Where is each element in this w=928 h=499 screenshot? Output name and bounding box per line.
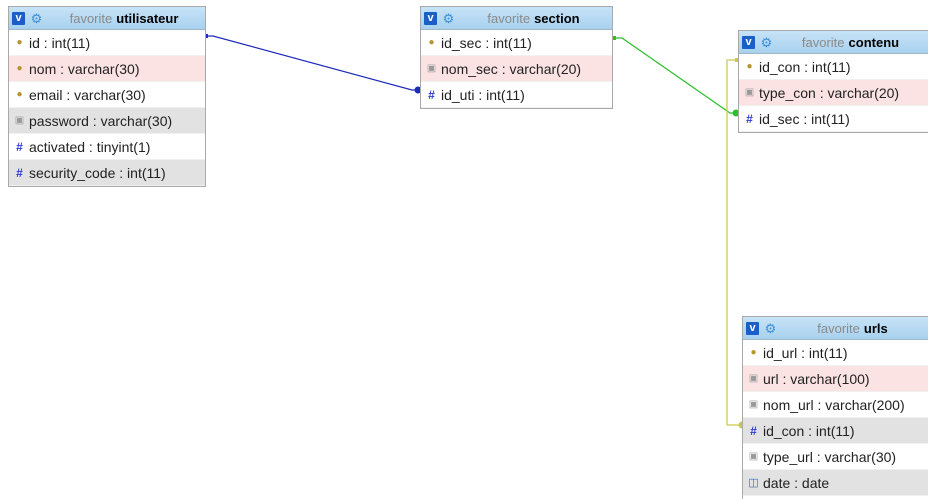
key-icon: ● — [16, 88, 23, 100]
column-label: type_url : varchar(30) — [763, 448, 897, 465]
database-name: favorite — [817, 320, 860, 336]
table-section[interactable]: v ⚙ favorite section ● id_sec : int(11) ▣ n… — [420, 6, 613, 109]
key-icon: ● — [16, 36, 23, 48]
table-title: favorite utilisateur — [43, 11, 205, 26]
column-label: nom_sec : varchar(20) — [441, 60, 582, 77]
column-row[interactable]: # id_sec : int(11) — [739, 106, 928, 132]
column-row[interactable]: # id_con : int(11) — [743, 418, 928, 444]
numeric-icon: # — [16, 139, 23, 154]
column-row[interactable]: # activated : tinyint(1) — [9, 134, 205, 160]
column-row[interactable]: ▣ url : varchar(100) — [743, 366, 928, 392]
column-label: url : varchar(100) — [763, 370, 870, 387]
index-icon: ▣ — [14, 114, 25, 126]
column-label: security_code : int(11) — [29, 164, 166, 181]
column-row[interactable]: # id_uti : int(11) — [421, 82, 612, 108]
collapse-toggle[interactable]: v — [424, 11, 437, 25]
table-header[interactable]: v ⚙ favorite utilisateur — [9, 7, 205, 30]
column-row[interactable]: ▣ type_url : varchar(30) — [743, 444, 928, 470]
column-row[interactable]: ● id_con : int(11) — [739, 54, 928, 80]
index-icon: ▣ — [748, 372, 759, 384]
relation-line-section-contenu — [613, 37, 738, 114]
numeric-icon: # — [746, 111, 753, 126]
numeric-icon: # — [750, 423, 757, 438]
index-icon: ▣ — [748, 450, 759, 462]
table-title: favorite urls — [777, 321, 928, 336]
numeric-icon: # — [428, 87, 435, 102]
table-header[interactable]: v ⚙ favorite urls — [743, 317, 928, 340]
table-utilisateur[interactable]: v ⚙ favorite utilisateur ● id : int(11) ● n… — [8, 6, 206, 187]
table-urls[interactable]: v ⚙ favorite urls ● id_url : int(11) ▣ url … — [742, 316, 928, 499]
column-label: password : varchar(30) — [29, 112, 173, 129]
collapse-toggle[interactable]: v — [742, 35, 755, 49]
index-icon: ▣ — [426, 62, 437, 74]
key-icon: ● — [428, 36, 435, 48]
column-row[interactable]: ● id : int(11) — [9, 30, 205, 56]
key-icon: ● — [16, 62, 23, 74]
table-title: favorite section — [455, 11, 612, 26]
column-label: type_con : varchar(20) — [759, 84, 900, 101]
gear-icon[interactable]: ⚙ — [760, 36, 773, 49]
table-name: urls — [863, 320, 888, 336]
column-row[interactable]: ◫ date : date — [743, 470, 928, 496]
table-title: favorite contenu — [773, 35, 928, 50]
gear-icon[interactable]: ⚙ — [442, 12, 455, 25]
designer-canvas[interactable]: v ⚙ favorite utilisateur ● id : int(11) ● n… — [0, 0, 928, 499]
key-icon: ● — [746, 60, 753, 72]
gear-icon[interactable]: ⚙ — [30, 12, 43, 25]
date-icon: ◫ — [748, 476, 759, 489]
database-name: favorite — [801, 34, 845, 50]
column-label: activated : tinyint(1) — [29, 138, 151, 155]
column-label: id_url : int(11) — [763, 344, 848, 361]
key-icon: ● — [750, 346, 757, 358]
table-header[interactable]: v ⚙ favorite contenu — [739, 31, 928, 54]
table-name: section — [534, 10, 580, 26]
column-row[interactable]: ▣ nom_url : varchar(200) — [743, 392, 928, 418]
column-label: nom_url : varchar(200) — [763, 396, 905, 413]
column-row[interactable]: ● nom : varchar(30) — [9, 56, 205, 82]
column-row[interactable]: ▣ password : varchar(30) — [9, 108, 205, 134]
table-contenu[interactable]: v ⚙ favorite contenu ● id_con : int(11) ▣ t… — [738, 30, 928, 133]
table-header[interactable]: v ⚙ favorite section — [421, 7, 612, 30]
column-label: id_sec : int(11) — [441, 34, 532, 51]
relation-line-utilisateur-section — [206, 35, 420, 91]
column-label: id : int(11) — [29, 34, 91, 51]
column-row[interactable]: ▣ nom_sec : varchar(20) — [421, 56, 612, 82]
column-label: date : date — [763, 474, 830, 491]
table-name: contenu — [848, 34, 900, 50]
gear-icon[interactable]: ⚙ — [764, 322, 777, 335]
column-row[interactable]: ● id_url : int(11) — [743, 340, 928, 366]
column-row[interactable]: ● id_sec : int(11) — [421, 30, 612, 56]
collapse-toggle[interactable]: v — [746, 321, 759, 335]
column-row[interactable]: ● email : varchar(30) — [9, 82, 205, 108]
index-icon: ▣ — [748, 398, 759, 410]
column-label: id_uti : int(11) — [441, 86, 525, 103]
column-label: nom : varchar(30) — [29, 60, 140, 77]
column-label: id_con : int(11) — [759, 58, 851, 75]
column-label: id_con : int(11) — [763, 422, 855, 439]
column-label: email : varchar(30) — [29, 86, 146, 103]
numeric-icon: # — [16, 165, 23, 180]
column-row[interactable]: ▣ type_con : varchar(20) — [739, 80, 928, 106]
column-row[interactable]: # security_code : int(11) — [9, 160, 205, 186]
collapse-toggle[interactable]: v — [12, 11, 25, 25]
database-name: favorite — [69, 10, 113, 26]
table-name: utilisateur — [116, 10, 179, 26]
index-icon: ▣ — [744, 86, 755, 98]
database-name: favorite — [487, 10, 531, 26]
column-label: id_sec : int(11) — [759, 110, 850, 127]
